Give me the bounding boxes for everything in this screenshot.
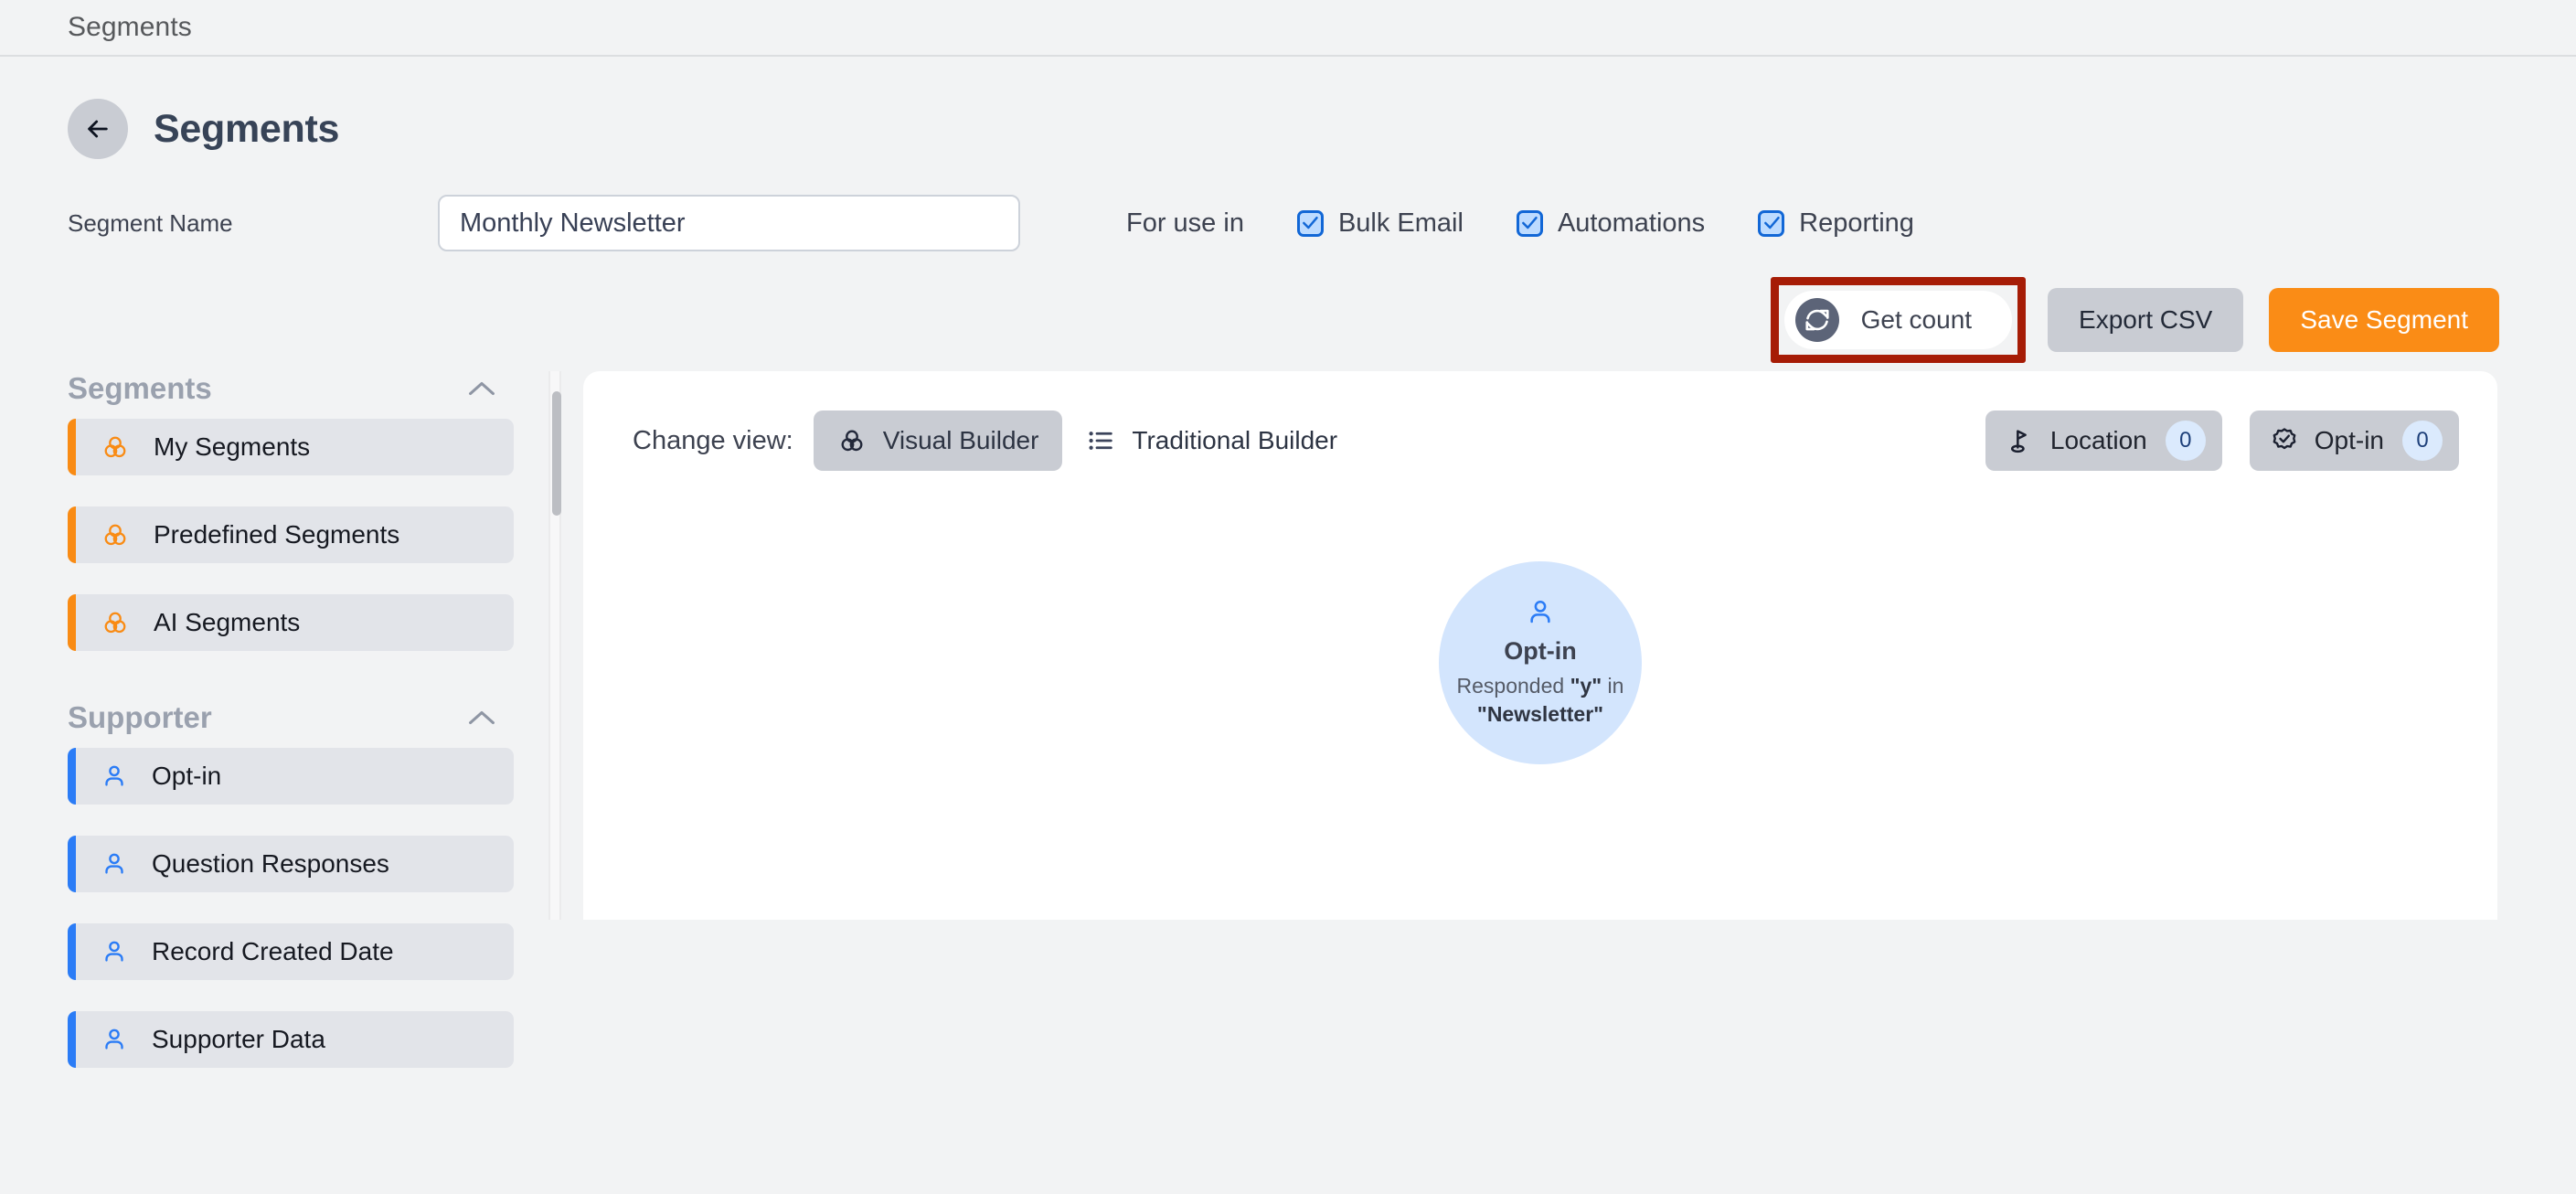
node-title: Opt-in <box>1504 637 1576 666</box>
checkbox-checked-icon <box>1297 210 1324 237</box>
sidebar-item-question-responses[interactable]: Question Responses <box>68 836 514 892</box>
checkbox-label: Bulk Email <box>1338 208 1464 239</box>
builder-canvas: Opt-in Responded "y" in "Newsletter" <box>583 472 2497 901</box>
node-subtitle-target: "Newsletter" <box>1477 702 1603 726</box>
filter-label: Opt-in <box>2315 426 2384 455</box>
get-count-button[interactable]: Get count <box>1784 291 2012 349</box>
sidebar-item-record-created-date[interactable]: Record Created Date <box>68 923 514 980</box>
person-icon <box>101 1026 128 1053</box>
arrow-left-icon <box>83 114 112 144</box>
back-button[interactable] <box>68 99 128 159</box>
sidebar-item-label: Record Created Date <box>152 937 394 966</box>
person-icon <box>1525 597 1556 628</box>
sidebar-item-label: My Segments <box>154 432 310 462</box>
node-subtitle-mid: in <box>1602 674 1623 698</box>
accent-bar <box>68 923 76 980</box>
segment-name-label: Segment Name <box>68 209 438 238</box>
for-use-in-checkbox-group: Bulk Email Automations Reporting <box>1244 208 1914 239</box>
filter-button-opt-in[interactable]: Opt-in 0 <box>2250 410 2459 471</box>
checkbox-label: Automations <box>1558 208 1705 239</box>
sidebar-section-gap <box>68 682 548 700</box>
sidebar-section-title: Supporter <box>68 700 212 735</box>
checkbox-bulk-email[interactable]: Bulk Email <box>1297 208 1464 239</box>
page-header: Segments <box>0 57 2576 159</box>
sidebar-scrollbar-thumb[interactable] <box>552 391 561 516</box>
sidebar-item-label: Predefined Segments <box>154 520 399 549</box>
verified-badge-icon <box>2270 426 2299 455</box>
person-icon <box>101 850 128 878</box>
change-view-label: Change view: <box>633 426 793 456</box>
sidebar-item-label: Question Responses <box>152 849 389 879</box>
sidebar-item-predefined-segments[interactable]: Predefined Segments <box>68 506 514 563</box>
body-split: Segments My Segments <box>0 371 2576 920</box>
chevron-up-icon[interactable] <box>466 378 514 399</box>
sidebar-item-supporter-data[interactable]: Supporter Data <box>68 1011 514 1068</box>
breadcrumb-bar: Segments <box>0 0 2576 57</box>
segments-icon <box>101 432 130 462</box>
list-icon <box>1086 426 1115 455</box>
person-icon <box>101 762 128 790</box>
checkbox-reporting[interactable]: Reporting <box>1758 208 1914 239</box>
sidebar-item-opt-in[interactable]: Opt-in <box>68 748 514 805</box>
accent-bar <box>68 594 76 651</box>
segment-node-opt-in[interactable]: Opt-in Responded "y" in "Newsletter" <box>1439 561 1642 764</box>
checkbox-checked-icon <box>1758 210 1784 237</box>
venn-icon <box>837 426 867 455</box>
sidebar-section-title: Segments <box>68 371 212 406</box>
accent-bar <box>68 836 76 892</box>
builder-toolbar: Change view: Visual Builder <box>583 371 2497 472</box>
node-subtitle: Responded "y" in "Newsletter" <box>1457 672 1624 728</box>
view-toggle-label: Traditional Builder <box>1132 426 1337 455</box>
sidebar-item-label: Supporter Data <box>152 1025 325 1054</box>
action-buttons-row: Get count Export CSV Save Segment <box>0 285 2576 355</box>
accent-bar <box>68 1011 76 1068</box>
filter-count-badge: 0 <box>2402 421 2443 461</box>
view-toggle-label: Visual Builder <box>883 426 1039 455</box>
location-flag-icon <box>2006 426 2035 455</box>
get-count-highlight-box: Get count <box>1771 277 2026 363</box>
export-csv-button[interactable]: Export CSV <box>2048 288 2243 352</box>
node-subtitle-value: "y" <box>1570 674 1602 698</box>
sidebar: Segments My Segments <box>0 371 548 920</box>
view-toggle-visual-builder[interactable]: Visual Builder <box>814 410 1063 471</box>
accent-bar <box>68 419 76 475</box>
sidebar-item-ai-segments[interactable]: AI Segments <box>68 594 514 651</box>
sidebar-section-segments-header[interactable]: Segments <box>68 371 514 406</box>
checkbox-label: Reporting <box>1799 208 1914 239</box>
segments-icon <box>101 520 130 549</box>
refresh-icon <box>1795 298 1839 342</box>
filter-button-location[interactable]: Location 0 <box>1985 410 2222 471</box>
segment-name-input[interactable] <box>438 195 1020 251</box>
accent-bar <box>68 748 76 805</box>
segment-form-row: Segment Name For use in Bulk Email Autom… <box>0 196 2576 251</box>
page-title: Segments <box>154 107 339 152</box>
chevron-up-icon[interactable] <box>466 708 514 728</box>
checkbox-checked-icon <box>1517 210 1543 237</box>
node-subtitle-prefix: Responded <box>1457 674 1570 698</box>
checkbox-automations[interactable]: Automations <box>1517 208 1705 239</box>
for-use-in-label: For use in <box>1126 208 1244 239</box>
get-count-label: Get count <box>1861 305 1972 335</box>
breadcrumb[interactable]: Segments <box>68 12 192 43</box>
filter-count-badge: 0 <box>2166 421 2206 461</box>
accent-bar <box>68 506 76 563</box>
sidebar-section-supporter-header[interactable]: Supporter <box>68 700 514 735</box>
segments-icon <box>101 608 130 637</box>
sidebar-scrollbar[interactable] <box>548 371 561 920</box>
save-segment-button[interactable]: Save Segment <box>2269 288 2499 352</box>
sidebar-item-my-segments[interactable]: My Segments <box>68 419 514 475</box>
sidebar-item-label: AI Segments <box>154 608 300 637</box>
person-icon <box>101 938 128 965</box>
filter-label: Location <box>2050 426 2147 455</box>
view-toggle-traditional-builder[interactable]: Traditional Builder <box>1062 410 1361 471</box>
builder-card: Change view: Visual Builder <box>583 371 2497 920</box>
sidebar-item-label: Opt-in <box>152 762 221 791</box>
